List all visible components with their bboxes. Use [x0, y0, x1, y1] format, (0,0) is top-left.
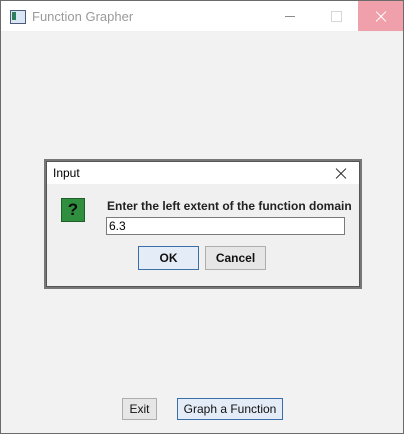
close-button[interactable]: [358, 1, 403, 31]
minimize-button[interactable]: [267, 1, 313, 31]
question-icon: ?: [61, 198, 85, 222]
dialog-title-bar[interactable]: Input: [47, 162, 359, 184]
dialog-title: Input: [53, 166, 80, 180]
exit-button[interactable]: Exit: [122, 398, 157, 420]
title-bar[interactable]: Function Grapher: [1, 1, 403, 31]
domain-left-extent-input[interactable]: [106, 217, 345, 235]
window-title: Function Grapher: [32, 9, 134, 24]
maximize-button[interactable]: [313, 1, 359, 31]
prompt-label: Enter the left extent of the function do…: [107, 199, 352, 213]
dialog-close-icon[interactable]: [331, 164, 351, 182]
function-grapher-window: Function Grapher Exit Graph a Function I…: [0, 0, 404, 434]
app-window-icon: [10, 10, 26, 24]
input-dialog: Input ? Enter the left extent of the fun…: [46, 161, 360, 287]
cancel-button[interactable]: Cancel: [205, 246, 266, 270]
graph-function-button[interactable]: Graph a Function: [177, 398, 283, 420]
ok-button[interactable]: OK: [138, 246, 199, 270]
